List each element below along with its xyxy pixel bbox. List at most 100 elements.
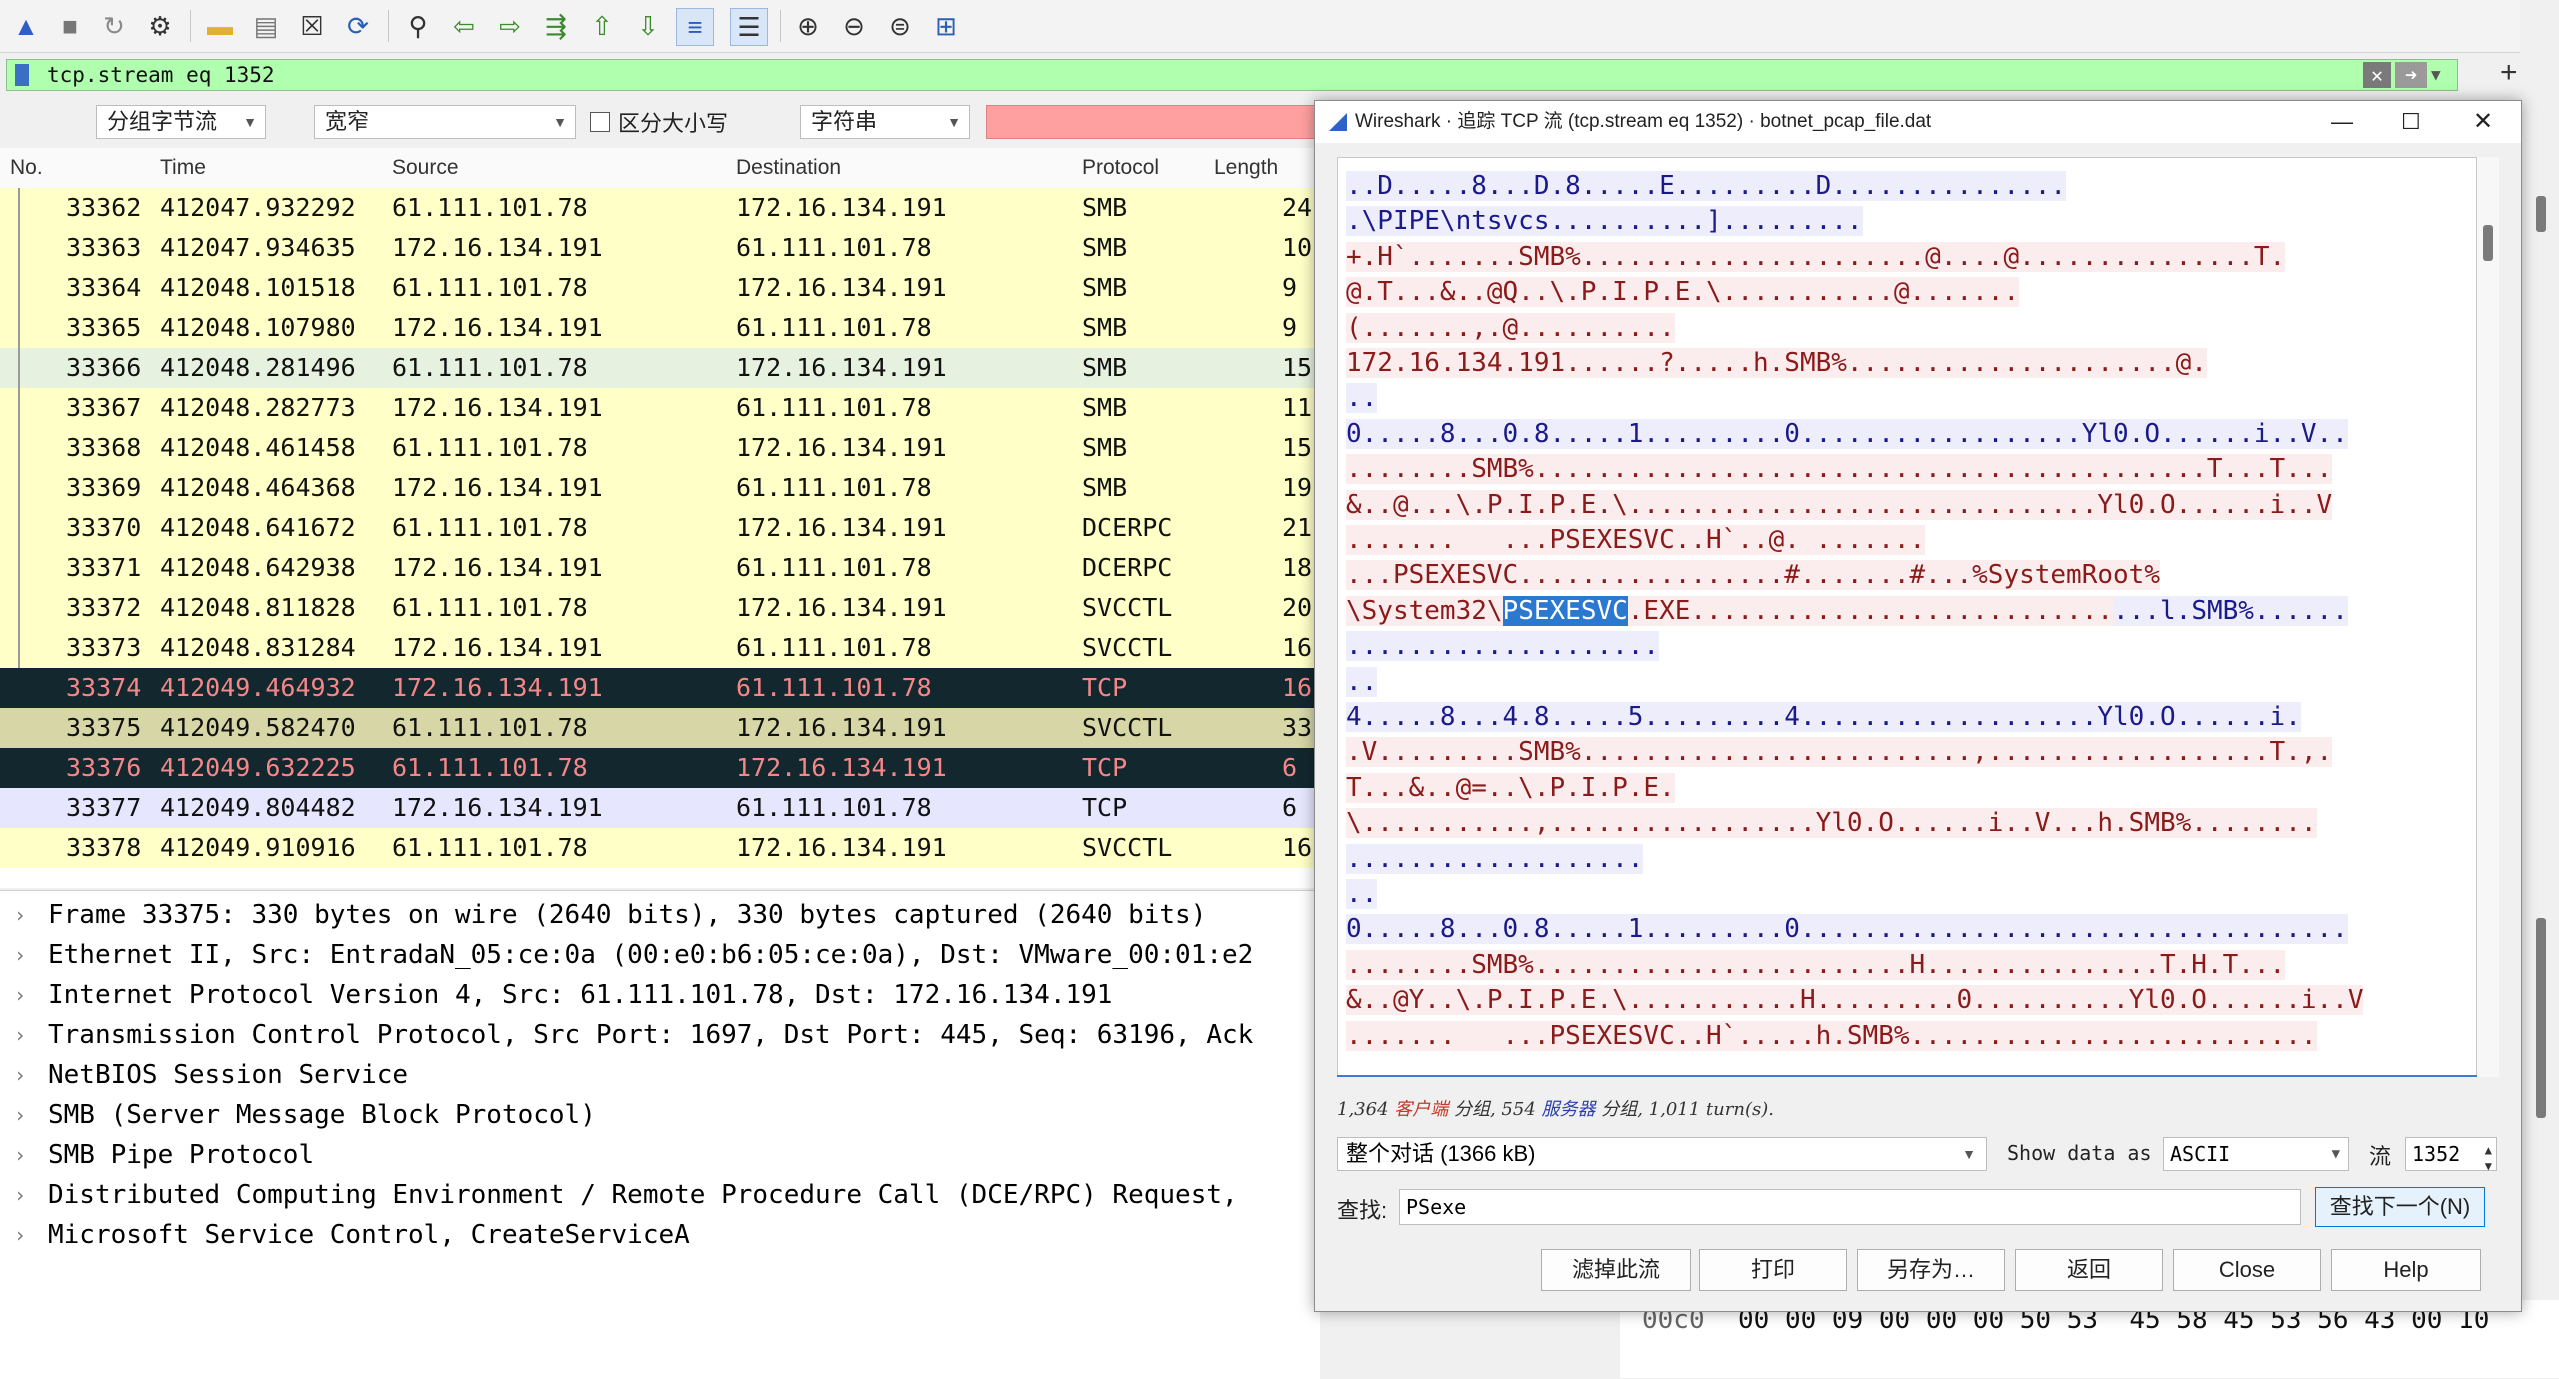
table-row[interactable]: 33369 412048.464368 172.16.134.191 61.111.1… [0,468,1320,508]
stream-number-spinbox[interactable]: 1352 ▲ ▼ [2405,1137,2497,1173]
table-row[interactable]: 33365 412048.107980 172.16.134.191 61.111.1… [0,308,1320,348]
filter-history-chevron-icon[interactable]: ▼ [2431,60,2451,90]
chevron-right-icon[interactable]: › [14,935,26,975]
save-as-button[interactable]: 另存为… [1857,1249,2005,1291]
tree-item[interactable]: › Internet Protocol Version 4, Src: 61.11… [0,975,1320,1015]
table-row[interactable]: 33366 412048.281496 61.111.101.78 172.16.13… [0,348,1320,388]
table-row[interactable]: 33376 412049.632225 61.111.101.78 172.16.13… [0,748,1320,788]
stream-text: ................... [1346,843,1644,874]
tree-item[interactable]: › SMB Pipe Protocol [0,1135,1320,1175]
search-charset-select[interactable]: 宽窄 ▼ [314,105,576,139]
search-type-select[interactable]: 字符串 ▼ [800,105,970,139]
go-back-icon[interactable]: ⇦ [446,8,482,44]
scrollbar-thumb[interactable] [2483,225,2493,261]
table-row[interactable]: 33368 412048.461458 61.111.101.78 172.16.13… [0,428,1320,468]
stop-icon[interactable]: ■ [52,8,88,44]
zoom-out-icon[interactable]: ⊖ [836,8,872,44]
filter-out-stream-button[interactable]: 滤掉此流 [1541,1249,1691,1291]
options-gear-icon[interactable]: ⚙ [142,8,178,44]
restart-icon[interactable]: ↻ [96,8,132,44]
main-vertical-scrollbar[interactable] [2520,0,2559,1378]
table-row[interactable]: 33370 412048.641672 61.111.101.78 172.16.13… [0,508,1320,548]
tree-item[interactable]: › Microsoft Service Control, CreateServic… [0,1215,1320,1255]
colorize-icon[interactable]: ☰ [730,8,768,46]
column-header-no[interactable]: No. [10,156,43,180]
conversation-select[interactable]: 整个对话 (1366 kB) ▼ [1337,1137,1987,1171]
column-header-protocol[interactable]: Protocol [1082,156,1159,180]
scrollbar-thumb[interactable] [2536,918,2546,1118]
tree-item[interactable]: › Transmission Control Protocol, Src Port… [0,1015,1320,1055]
close-button[interactable]: Close [2173,1249,2321,1291]
save-file-icon[interactable]: ▤ [248,8,284,44]
chevron-right-icon[interactable]: › [14,975,26,1015]
table-row[interactable]: 33363 412047.934635 172.16.134.191 61.111.1… [0,228,1320,268]
table-row[interactable]: 33375 412049.582470 61.111.101.78 172.16.13… [0,708,1320,748]
table-cell-len: 16 [1282,633,1313,662]
spin-down-icon[interactable]: ▼ [2485,1150,2492,1182]
tree-item[interactable]: › SMB (Server Message Block Protocol) [0,1095,1320,1135]
table-row[interactable]: 33364 412048.101518 61.111.101.78 172.16.13… [0,268,1320,308]
column-header-source[interactable]: Source [392,156,459,180]
table-row[interactable]: 33371 412048.642938 172.16.134.191 61.111.1… [0,548,1320,588]
table-row[interactable]: 33367 412048.282773 172.16.134.191 61.111.1… [0,388,1320,428]
tree-item[interactable]: › Distributed Computing Environment / Rem… [0,1175,1320,1215]
close-file-icon[interactable]: ☒ [294,8,330,44]
search-text-input[interactable] [986,105,1320,139]
help-button[interactable]: Help [2331,1249,2481,1291]
first-packet-icon[interactable]: ⇧ [584,8,620,44]
table-row[interactable]: 33373 412048.831284 172.16.134.191 61.111.1… [0,628,1320,668]
close-icon[interactable]: ✕ [2473,101,2493,143]
stream-content-view[interactable]: ..D.....8...D.8.....E.........D.........… [1337,157,2477,1077]
print-button[interactable]: 打印 [1699,1249,1847,1291]
table-row[interactable]: 33374 412049.464932 172.16.134.191 61.111.1… [0,668,1320,708]
table-row[interactable]: 33377 412049.804482 172.16.134.191 61.111.1… [0,788,1320,828]
maximize-icon[interactable]: ☐ [2401,101,2421,143]
find-input[interactable]: PSexe [1399,1189,2301,1225]
tree-item[interactable]: › Ethernet II, Src: EntradaN_05:ce:0a (00… [0,935,1320,975]
last-packet-icon[interactable]: ⇩ [630,8,666,44]
stream-text: +.H`.......SMB%......................@..… [1346,241,2286,272]
scrollbar-thumb[interactable] [2536,196,2546,232]
tree-item[interactable]: › NetBIOS Session Service [0,1055,1320,1095]
resize-columns-icon[interactable]: ⊞ [928,8,964,44]
chevron-right-icon[interactable]: › [14,1135,26,1175]
clear-filter-icon[interactable]: ✕ [2363,62,2391,88]
search-scope-select[interactable]: 分组字节流 ▼ [96,105,266,139]
shark-fin-start-icon[interactable]: ▲ [8,8,44,44]
tree-item-label: Transmission Control Protocol, Src Port:… [48,1020,1254,1050]
table-cell-no: 33367 [66,393,142,422]
tree-item[interactable]: › Frame 33375: 330 bytes on wire (2640 bi… [0,895,1320,935]
stream-line: \System32\PSEXESVC.EXE..................… [1346,593,2348,629]
case-sensitive-checkbox[interactable] [590,112,610,132]
chevron-right-icon[interactable]: › [14,1175,26,1215]
chevron-right-icon[interactable]: › [14,1055,26,1095]
autoscroll-icon[interactable]: ≡ [676,8,714,46]
table-row[interactable]: 33378 412049.910916 61.111.101.78 172.16.13… [0,828,1320,868]
minimize-icon[interactable]: — [2331,101,2353,143]
table-row[interactable]: 33372 412048.811828 61.111.101.78 172.16.13… [0,588,1320,628]
chevron-right-icon[interactable]: › [14,895,26,935]
chevron-right-icon[interactable]: › [14,1095,26,1135]
stream-vertical-scrollbar[interactable] [2477,157,2499,1077]
zoom-in-icon[interactable]: ⊕ [790,8,826,44]
add-filter-button[interactable]: + [2500,56,2518,90]
chevron-right-icon[interactable]: › [14,1215,26,1255]
go-to-packet-icon[interactable]: ⇶ [538,8,574,44]
column-header-length[interactable]: Length [1214,156,1278,180]
zoom-reset-icon[interactable]: ⊜ [882,8,918,44]
find-icon[interactable]: ⚲ [400,8,436,44]
find-next-button[interactable]: 查找下一个(N) [2315,1187,2485,1227]
back-button[interactable]: 返回 [2015,1249,2163,1291]
table-cell-proto: TCP [1082,673,1128,702]
reload-icon[interactable]: ⟳ [340,8,376,44]
chevron-right-icon[interactable]: › [14,1015,26,1055]
table-row[interactable]: 33362 412047.932292 61.111.101.78 172.16.13… [0,188,1320,228]
go-forward-icon[interactable]: ⇨ [492,8,528,44]
apply-filter-arrow-icon[interactable]: ➜ [2395,62,2427,88]
display-filter-input[interactable]: tcp.stream eq 1352 ✕ ➜ ▼ [6,59,2458,91]
column-header-destination[interactable]: Destination [736,156,841,180]
column-header-time[interactable]: Time [160,156,206,180]
show-data-as-select[interactable]: ASCII ▼ [2163,1137,2349,1171]
bookmark-icon[interactable] [15,64,29,86]
open-folder-icon[interactable]: ▬ [202,8,238,44]
